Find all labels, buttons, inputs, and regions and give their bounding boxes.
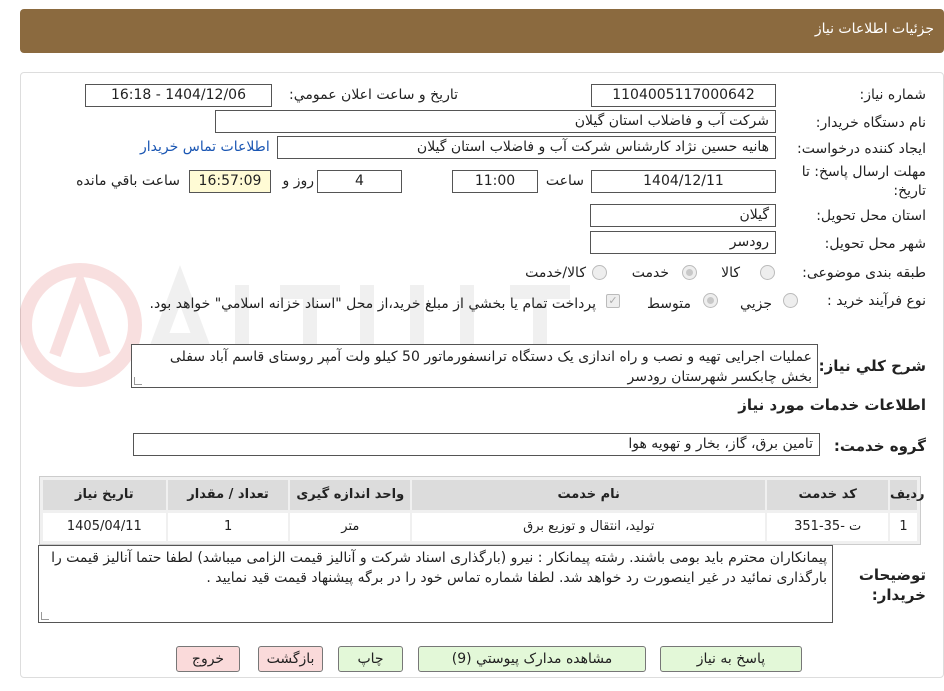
deadline-label: مهلت ارسال پاسخ: تا	[801, 164, 926, 180]
buyer-org-field[interactable]: شرکت آب و فاضلاب استان گيلان	[215, 110, 776, 133]
description-field[interactable]: عملیات اجرایی تهیه و نصب و راه اندازی یک…	[131, 344, 818, 388]
days-label: روز و	[282, 173, 315, 189]
creator-field[interactable]: هانيه حسين نژاد کارشناس شرکت آب و فاضلاب…	[277, 136, 776, 159]
table-header-row: رديف کد خدمت نام خدمت واحد اندازه گيری ت…	[42, 480, 925, 510]
announce-field[interactable]: 1404/12/06 - 16:18	[85, 84, 272, 107]
cell-unit: متر	[288, 513, 411, 541]
category-option-service: خدمت	[631, 265, 669, 281]
process-radio-medium[interactable]	[703, 293, 718, 308]
reply-button[interactable]: پاسخ به نياز	[660, 646, 802, 672]
column-header-unit: واحد اندازه گيری	[288, 480, 411, 510]
page-header: جزئیات اطلاعات نیاز	[20, 9, 944, 53]
announce-label: تاريخ و ساعت اعلان عمومي:	[289, 87, 458, 103]
city-label: شهر محل تحويل:	[824, 236, 926, 252]
cell-quantity: 1	[165, 513, 289, 541]
column-header-quantity: تعداد / مقدار	[165, 480, 289, 510]
buyer-org-label: نام دستگاه خريدار:	[815, 115, 926, 131]
buyer-notes-text: پیمانکاران محترم باید بومی باشند. رشته پ…	[51, 550, 827, 586]
column-header-need-date: تاريخ نياز	[42, 480, 166, 510]
back-button[interactable]: بازگشت	[258, 646, 323, 672]
province-field[interactable]: گيلان	[590, 204, 776, 227]
buyer-contact-link[interactable]: اطلاعات تماس خريدار	[140, 139, 270, 155]
exit-button[interactable]: خروج	[176, 646, 240, 672]
deadline-label-date: تاريخ:	[893, 183, 926, 199]
column-header-row-number: رديف	[888, 480, 925, 510]
services-section-title: اطلاعات خدمات مورد نياز	[738, 396, 926, 414]
need-number-label: شماره نیاز:	[859, 87, 927, 103]
city-field[interactable]: رودسر	[590, 231, 776, 254]
process-label: نوع فرآيند خريد :	[827, 293, 926, 309]
category-radio-both[interactable]	[592, 265, 607, 280]
cell-need-date: 1405/04/11	[43, 513, 166, 541]
service-group-field[interactable]: تامين برق، گاز، بخار و تهويه هوا	[133, 433, 820, 456]
buyer-notes-field[interactable]: پیمانکاران محترم باید بومی باشند. رشته پ…	[38, 545, 833, 623]
resize-grip-icon[interactable]	[134, 377, 142, 385]
process-option-medium: متوسط	[647, 296, 691, 312]
print-button[interactable]: چاپ	[338, 646, 403, 672]
payment-checkbox[interactable]: ✓	[606, 294, 620, 308]
category-radio-goods[interactable]	[760, 265, 775, 280]
resize-grip-icon[interactable]	[41, 612, 49, 620]
cell-row-number: 1	[888, 513, 917, 541]
days-field[interactable]: 4	[317, 170, 402, 193]
services-table: رديف کد خدمت نام خدمت واحد اندازه گيری ت…	[39, 476, 925, 545]
column-header-service-name: نام خدمت	[410, 480, 766, 510]
need-number-field[interactable]: 1104005117000642	[591, 84, 776, 107]
description-label: شرح کلي نياز:	[818, 357, 926, 375]
table-row: 1 ت -35-351 توليد، انتقال و توزيع برق مت…	[43, 510, 917, 541]
buyer-notes-label: توضيحات	[858, 566, 926, 584]
cell-service-code: ت -35-351	[765, 513, 889, 541]
creator-label: ايجاد کننده درخواست:	[797, 141, 926, 157]
remaining-label: ساعت باقي مانده	[76, 173, 180, 189]
category-option-both: کالا/خدمت	[525, 265, 586, 281]
province-label: استان محل تحويل:	[816, 208, 926, 224]
description-text: عملیات اجرایی تهیه و نصب و راه اندازی یک…	[169, 349, 812, 385]
deadline-time-label: ساعت	[545, 173, 584, 189]
category-option-goods: کالا	[721, 265, 740, 281]
category-label: طبقه بندی موضوعی:	[802, 265, 926, 281]
column-header-service-code: کد خدمت	[765, 480, 888, 510]
page-title: جزئیات اطلاعات نیاز	[814, 21, 934, 37]
category-radio-service[interactable]	[682, 265, 697, 280]
cell-service-name: توليد، انتقال و توزيع برق	[410, 513, 766, 541]
deadline-date-field[interactable]: 1404/12/11	[591, 170, 776, 193]
deadline-time-field[interactable]: 11:00	[452, 170, 538, 193]
attachments-button[interactable]: مشاهده مدارک پيوستي (9)	[418, 646, 646, 672]
service-group-label: گروه خدمت:	[833, 437, 926, 455]
buyer-notes-label-2: خريدار:	[871, 586, 926, 604]
remaining-time-field: 16:57:09	[189, 170, 271, 193]
process-option-minor: جزيي	[740, 296, 772, 312]
process-radio-minor[interactable]	[783, 293, 798, 308]
payment-note: پرداخت تمام يا بخشي از مبلغ خريد،از محل …	[149, 296, 596, 312]
